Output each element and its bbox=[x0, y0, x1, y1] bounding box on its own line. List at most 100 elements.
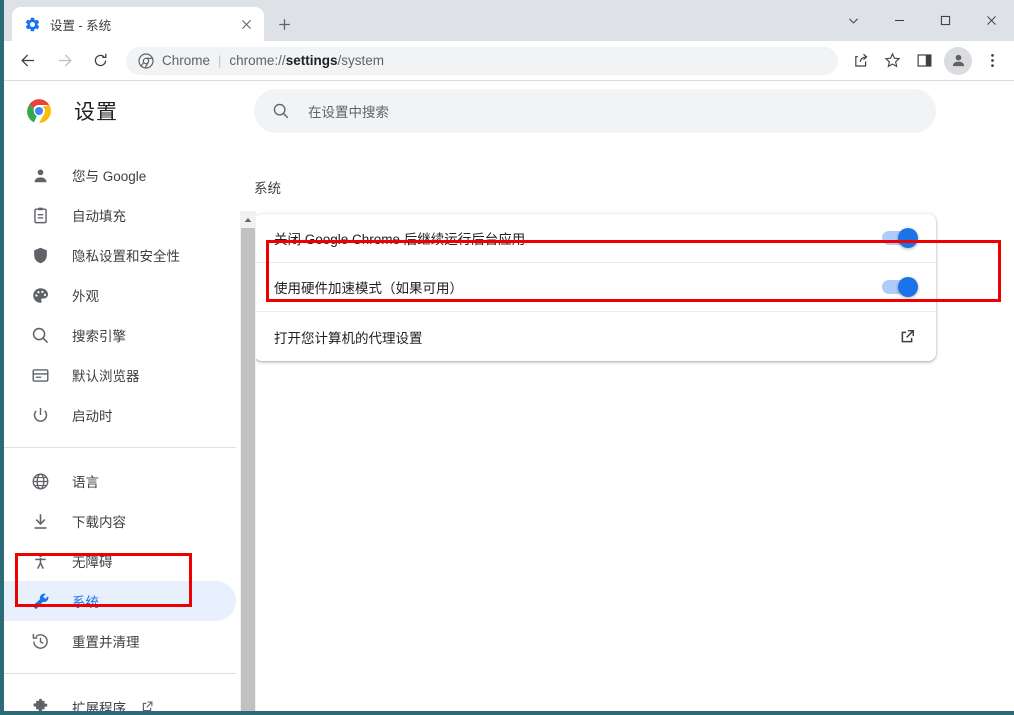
sidebar-group-3: 扩展程序 bbox=[4, 673, 236, 715]
sidebar-item-label: 语言 bbox=[72, 475, 99, 490]
new-tab-button[interactable] bbox=[270, 10, 298, 38]
sidebar-item-privacy-security[interactable]: 隐私设置和安全性 bbox=[4, 235, 236, 275]
setting-row-proxy-settings[interactable]: 打开您计算机的代理设置 bbox=[254, 312, 936, 361]
setting-label: 关闭 Google Chrome 后继续运行后台应用 bbox=[274, 232, 526, 247]
setting-label: 使用硬件加速模式（如果可用） bbox=[274, 281, 463, 296]
toggle-knob bbox=[898, 228, 918, 248]
window-controls bbox=[830, 0, 1014, 41]
clipboard-icon bbox=[30, 205, 50, 225]
sidebar-item-label: 扩展程序 bbox=[72, 701, 126, 715]
search-input[interactable]: 在设置中搜索 bbox=[254, 89, 936, 133]
hardware-acceleration-toggle[interactable] bbox=[882, 277, 918, 297]
tab-title: 设置 - 系统 bbox=[50, 18, 112, 33]
external-link-icon bbox=[140, 700, 154, 711]
download-icon bbox=[30, 511, 50, 531]
maximize-icon[interactable] bbox=[922, 0, 968, 41]
sidebar-item-search-engine[interactable]: 搜索引擎 bbox=[4, 315, 236, 355]
setting-label: 打开您计算机的代理设置 bbox=[274, 330, 423, 346]
sidebar-item-label: 您与 Google bbox=[72, 169, 147, 184]
profile-avatar[interactable] bbox=[944, 46, 972, 75]
sidebar-item-appearance[interactable]: 外观 bbox=[4, 275, 236, 315]
bookmark-star-icon[interactable] bbox=[877, 46, 907, 76]
omnibox-url: chrome://settings/system bbox=[229, 53, 384, 68]
setting-row-hardware-acceleration[interactable]: 使用硬件加速模式（如果可用） bbox=[254, 263, 936, 312]
background-apps-toggle[interactable] bbox=[882, 228, 918, 248]
chrome-icon bbox=[138, 52, 154, 69]
tab-search-chevron-down-icon[interactable] bbox=[830, 0, 876, 41]
toolbar-actions bbox=[844, 46, 1008, 76]
search-placeholder: 在设置中搜索 bbox=[308, 105, 389, 120]
shield-icon bbox=[30, 245, 50, 265]
settings-brand: 设置 bbox=[4, 96, 254, 126]
back-button[interactable] bbox=[13, 46, 43, 76]
sidebar-item-label: 无障碍 bbox=[72, 555, 113, 570]
sidebar-item-label: 默认浏览器 bbox=[72, 369, 140, 384]
sidebar-item-on-startup[interactable]: 启动时 bbox=[4, 395, 236, 435]
sidebar-group-2: 语言 下载内容 无障碍 系统 重置并清理 bbox=[4, 447, 236, 661]
search-icon bbox=[30, 325, 50, 345]
sidebar-item-extensions[interactable]: 扩展程序 bbox=[4, 687, 236, 715]
power-icon bbox=[30, 405, 50, 425]
chrome-logo bbox=[26, 98, 52, 124]
history-restore-icon bbox=[30, 631, 50, 651]
sidebar-group-1: 您与 Google 自动填充 隐私设置和安全性 外观 搜索引擎 默认浏览器 启动… bbox=[4, 141, 236, 435]
address-bar[interactable]: Chrome | chrome://settings/system bbox=[126, 46, 838, 75]
settings-header: 设置 在设置中搜索 bbox=[4, 81, 1014, 141]
person-icon bbox=[30, 165, 50, 185]
section-title: 系统 bbox=[254, 181, 281, 196]
url-suffix: /system bbox=[337, 53, 384, 68]
scroll-up-arrow[interactable] bbox=[240, 211, 256, 228]
browser-window-icon bbox=[30, 365, 50, 385]
sidebar-item-label: 下载内容 bbox=[72, 515, 126, 530]
tab-settings[interactable]: 设置 - 系统 bbox=[12, 7, 264, 41]
sidebar-item-label: 重置并清理 bbox=[72, 635, 140, 650]
sidebar-item-system[interactable]: 系统 bbox=[4, 581, 236, 621]
sidebar-item-label: 系统 bbox=[72, 595, 99, 610]
sidebar-item-label: 外观 bbox=[72, 289, 99, 304]
sidebar-item-downloads[interactable]: 下载内容 bbox=[4, 501, 236, 541]
toggle-knob bbox=[898, 277, 918, 297]
sidebar-scrollbar[interactable] bbox=[240, 211, 256, 711]
side-panel-icon[interactable] bbox=[909, 46, 939, 76]
share-icon[interactable] bbox=[845, 46, 875, 76]
external-link-icon[interactable] bbox=[898, 328, 916, 346]
title-bar: 设置 - 系统 bbox=[4, 0, 1014, 41]
url-bold: settings bbox=[285, 53, 338, 68]
more-menu-icon[interactable] bbox=[977, 46, 1007, 76]
omnibox-chip-label: Chrome bbox=[162, 53, 211, 68]
reload-button[interactable] bbox=[85, 46, 115, 76]
sidebar-item-label: 隐私设置和安全性 bbox=[72, 249, 180, 264]
sidebar-item-label: 自动填充 bbox=[72, 209, 126, 224]
sidebar-item-label: 搜索引擎 bbox=[72, 329, 126, 344]
omnibox-separator: | bbox=[218, 53, 222, 68]
tab-strip: 设置 - 系统 bbox=[4, 0, 298, 41]
browser-window: 设置 - 系统 Chrome | chrome://settings/syste… bbox=[0, 0, 1014, 715]
puzzle-piece-icon bbox=[30, 697, 50, 711]
forward-button[interactable] bbox=[49, 46, 79, 76]
sidebar-item-reset-cleanup[interactable]: 重置并清理 bbox=[4, 621, 236, 661]
sidebar-item-you-and-google[interactable]: 您与 Google bbox=[4, 155, 236, 195]
settings-page: 设置 在设置中搜索 您与 Google 自动填充 隐私设置和安全性 外观 搜索引… bbox=[4, 81, 1014, 711]
sidebar-item-autofill[interactable]: 自动填充 bbox=[4, 195, 236, 235]
setting-row-background-apps[interactable]: 关闭 Google Chrome 后继续运行后台应用 bbox=[254, 214, 936, 263]
palette-icon bbox=[30, 285, 50, 305]
sidebar-item-accessibility[interactable]: 无障碍 bbox=[4, 541, 236, 581]
settings-main: 系统 关闭 Google Chrome 后继续运行后台应用 使用硬件加速模式（如… bbox=[236, 81, 1014, 711]
sidebar-item-label: 启动时 bbox=[72, 409, 113, 424]
browser-toolbar: Chrome | chrome://settings/system bbox=[4, 41, 1014, 81]
wrench-icon bbox=[30, 591, 50, 611]
system-section: 系统 关闭 Google Chrome 后继续运行后台应用 使用硬件加速模式（如… bbox=[236, 141, 1014, 361]
scrollbar-thumb[interactable] bbox=[241, 228, 255, 711]
minimize-icon[interactable] bbox=[876, 0, 922, 41]
search-wrapper: 在设置中搜索 bbox=[254, 89, 1014, 133]
tab-close-icon[interactable] bbox=[236, 14, 256, 34]
page-title: 设置 bbox=[74, 101, 118, 124]
sidebar-item-languages[interactable]: 语言 bbox=[4, 461, 236, 501]
url-prefix: chrome:// bbox=[229, 53, 286, 68]
scrollbar-track[interactable] bbox=[240, 228, 256, 711]
sidebar-item-default-browser[interactable]: 默认浏览器 bbox=[4, 355, 236, 395]
globe-icon bbox=[30, 471, 50, 491]
close-icon[interactable] bbox=[968, 0, 1014, 41]
settings-sidebar: 您与 Google 自动填充 隐私设置和安全性 外观 搜索引擎 默认浏览器 启动… bbox=[4, 81, 236, 711]
accessibility-icon bbox=[30, 551, 50, 571]
